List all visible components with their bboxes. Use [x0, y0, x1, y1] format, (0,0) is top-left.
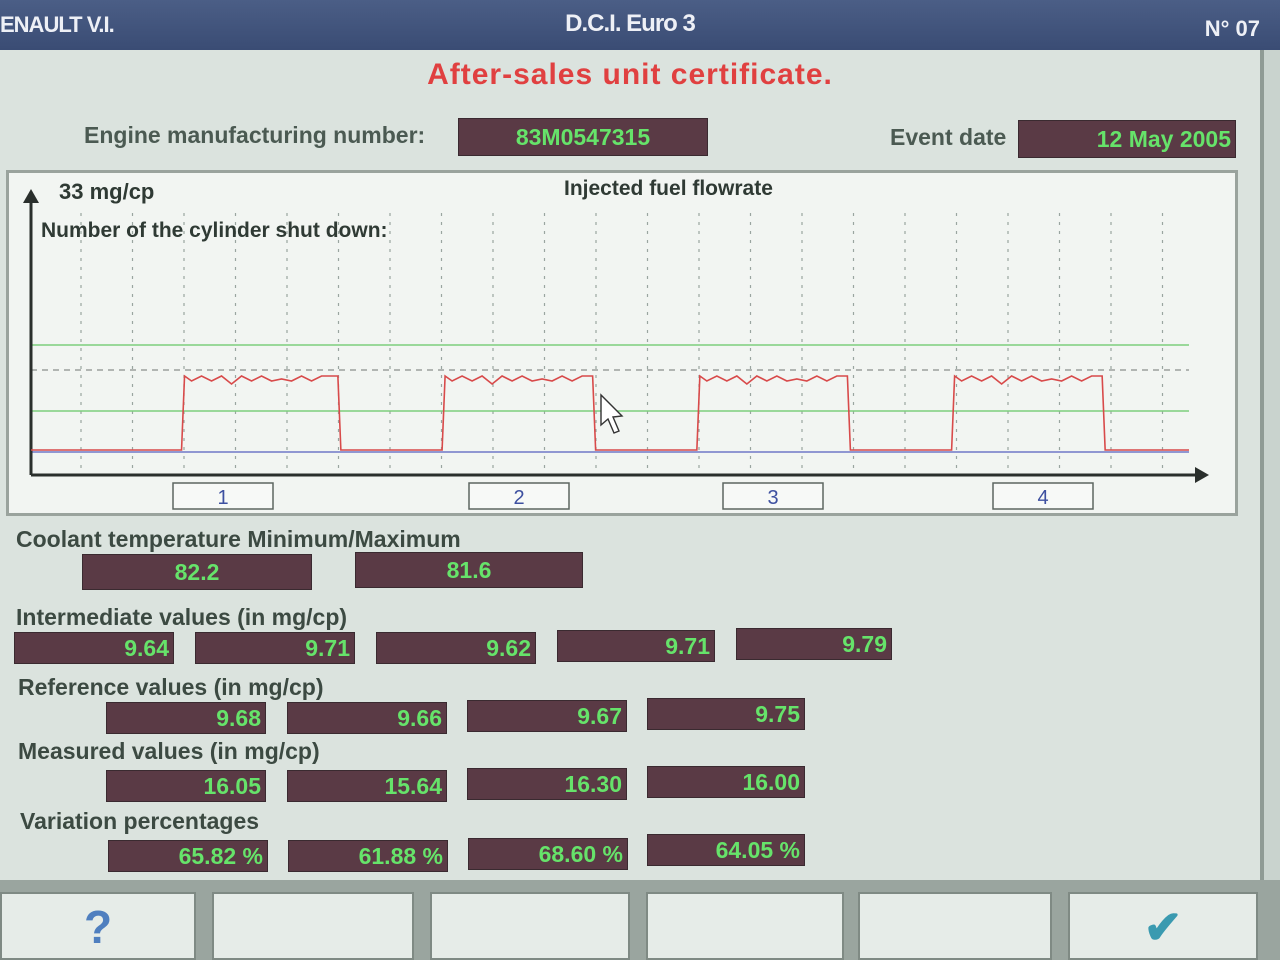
variation-value-text: 65.82 % [178, 842, 263, 869]
measured-value-text: 16.00 [742, 768, 800, 795]
reference-label: Reference values (in mg/cp) [18, 674, 324, 700]
cylinder-label-3: 3 [767, 487, 778, 509]
event-date-label: Event date [890, 124, 1007, 150]
variation-value-3: 68.60 % [468, 838, 628, 870]
engine-number-value: 83M0547315 [515, 123, 651, 150]
reference-value-text: 9.68 [216, 704, 261, 731]
window-title: D.C.I. Euro 3 [565, 10, 696, 37]
variation-value-text: 61.88 % [358, 842, 443, 869]
ok-button[interactable]: ✔ [1068, 892, 1258, 960]
reference-value-4: 9.75 [647, 698, 805, 730]
help-button[interactable]: ? [0, 892, 196, 960]
variation-value-4: 64.05 % [647, 834, 805, 866]
measured-value-4: 16.00 [647, 766, 805, 798]
fuel-flowrate-chart: 1 2 3 4 33 mg/cp Injected fuel flowrate Num… [6, 170, 1238, 516]
measured-value-1: 16.05 [106, 770, 266, 802]
measured-value-text: 16.05 [203, 772, 261, 799]
measured-value-text: 15.64 [384, 772, 442, 799]
coolant-min-value: 82.2 [174, 558, 220, 585]
y-axis-label: 33 mg/cp [59, 179, 155, 204]
reference-value-text: 9.75 [755, 700, 800, 727]
measured-value-2: 15.64 [287, 770, 447, 802]
intermediate-value-1: 9.64 [14, 632, 174, 664]
chart-subtitle: Number of the cylinder shut down: [41, 219, 388, 242]
reference-value-3: 9.67 [467, 700, 627, 732]
variation-label: Variation percentages [20, 808, 260, 834]
intermediate-value-text: 9.71 [305, 634, 350, 661]
variation-value-2: 61.88 % [288, 840, 448, 872]
cylinder-label-1: 1 [217, 487, 228, 509]
engine-number-field: 83M0547315 [458, 118, 708, 156]
coolant-max-value: 81.6 [446, 556, 492, 583]
cylinder-label-4: 4 [1037, 487, 1048, 509]
intermediate-value-3: 9.62 [376, 632, 536, 664]
measured-label: Measured values (in mg/cp) [18, 738, 320, 764]
reference-value-2: 9.66 [287, 702, 447, 734]
reference-value-text: 9.66 [397, 704, 442, 731]
function-key-5[interactable] [858, 892, 1052, 960]
y-axis-arrow [23, 189, 39, 203]
cylinder-label-2: 2 [513, 487, 524, 509]
checkmark-icon: ✔ [1143, 901, 1183, 953]
reference-value-text: 9.67 [577, 702, 622, 729]
mouse-cursor-icon [600, 393, 624, 434]
measured-value-3: 16.30 [467, 768, 627, 800]
measured-value-text: 16.30 [564, 770, 622, 797]
intermediate-value-text: 9.64 [124, 634, 169, 661]
intermediate-value-2: 9.71 [195, 632, 355, 664]
intermediate-value-4: 9.71 [557, 630, 715, 662]
coolant-min-field: 82.2 [82, 554, 312, 590]
certificate-title: After-sales unit certificate. [427, 58, 833, 91]
variation-value-1: 65.82 % [108, 840, 268, 872]
intermediate-value-5: 9.79 [736, 628, 892, 660]
chart-title: Injected fuel flowrate [564, 177, 773, 200]
intermediate-value-text: 9.79 [842, 630, 887, 657]
event-date-field: 12 May 2005 [1018, 120, 1236, 158]
coolant-max-field: 81.6 [355, 552, 583, 588]
function-key-2[interactable] [212, 892, 414, 960]
intermediate-value-text: 9.71 [665, 632, 710, 659]
variation-value-text: 68.60 % [538, 840, 623, 867]
screen-number: N° 07 [1204, 16, 1260, 41]
reference-value-1: 9.68 [106, 702, 266, 734]
event-date-value: 12 May 2005 [1096, 125, 1231, 152]
x-axis-arrow [1195, 467, 1209, 483]
function-key-4[interactable] [646, 892, 844, 960]
question-icon: ? [83, 901, 113, 953]
engine-number-label: Engine manufacturing number: [84, 122, 426, 148]
intermediate-value-text: 9.62 [486, 634, 531, 661]
function-key-3[interactable] [430, 892, 630, 960]
coolant-label: Coolant temperature Minimum/Maximum [16, 526, 461, 552]
title-bar: ENAULT V.I. D.C.I. Euro 3 N° 07 [0, 0, 1280, 50]
variation-value-text: 64.05 % [715, 836, 800, 863]
intermediate-label: Intermediate values (in mg/cp) [16, 604, 348, 630]
